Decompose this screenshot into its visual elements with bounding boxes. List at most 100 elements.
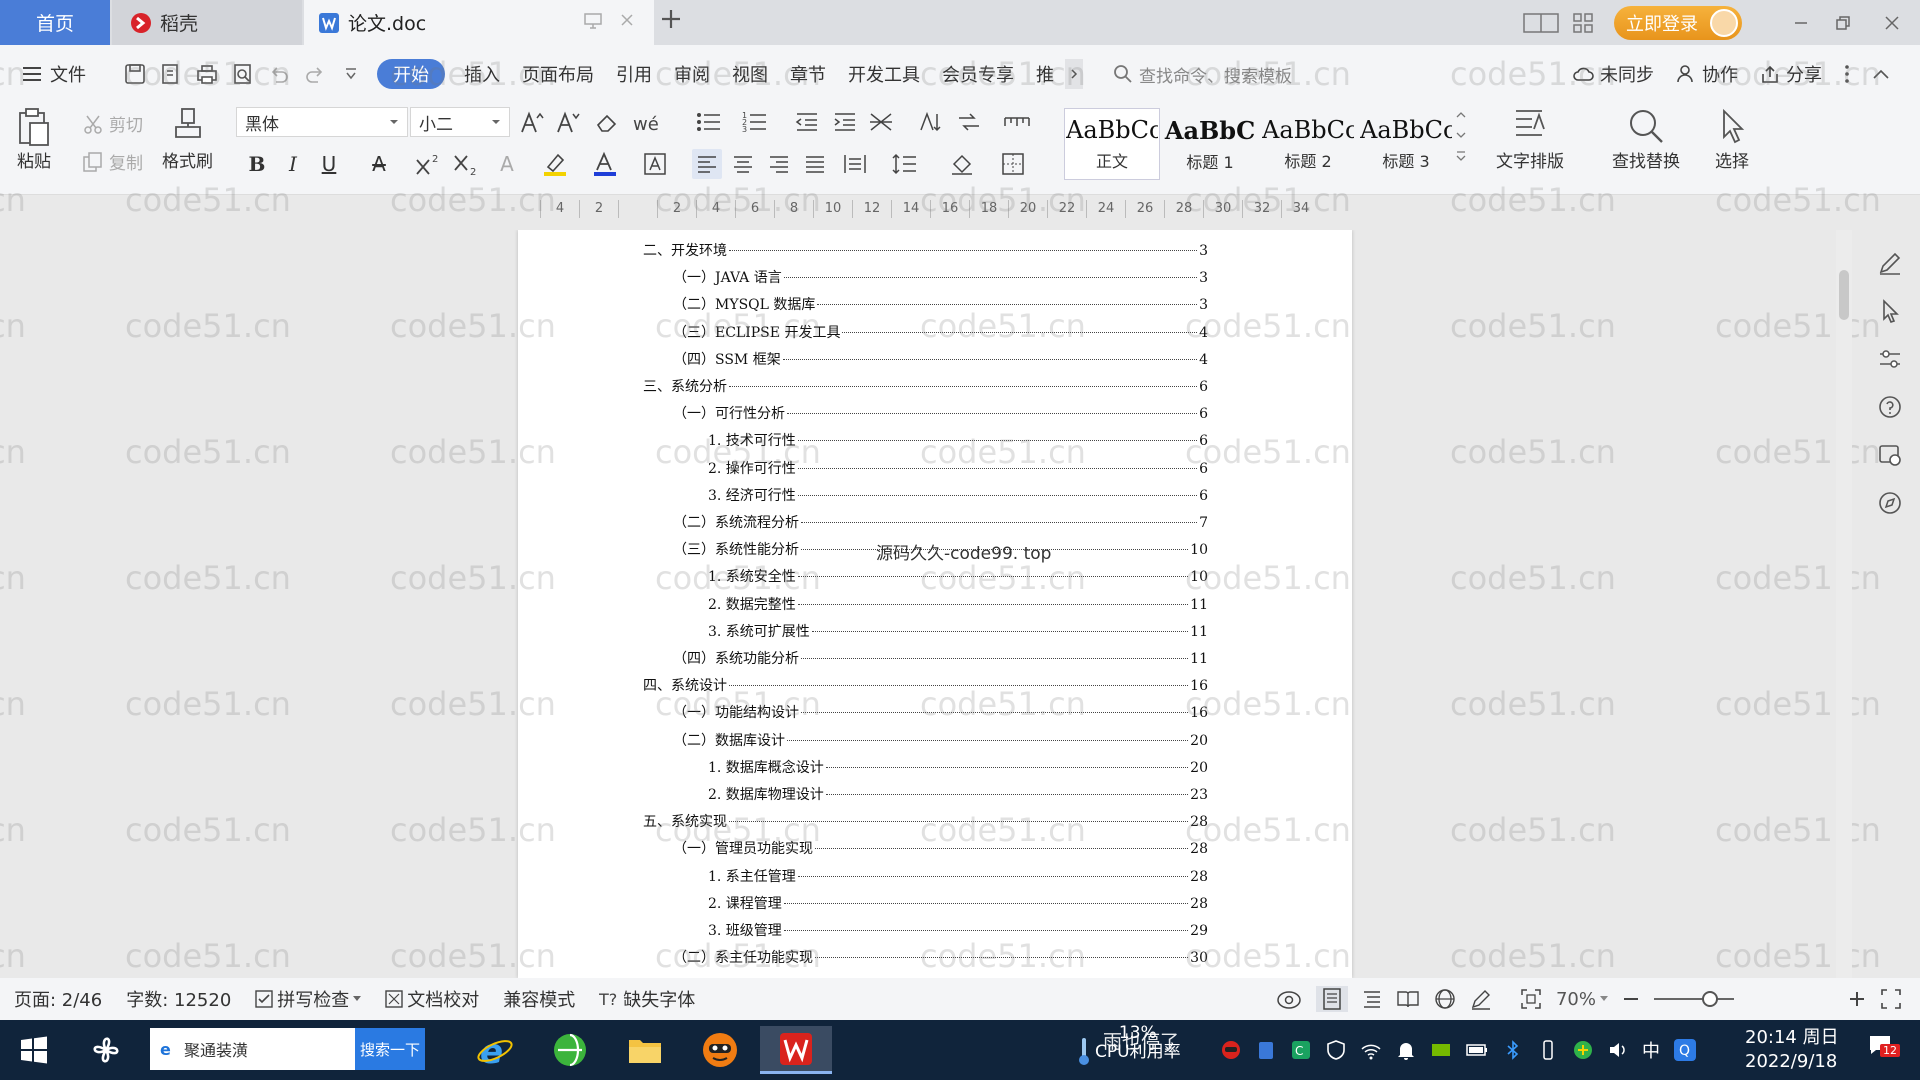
redo-icon[interactable] xyxy=(297,56,333,92)
fit-page-icon[interactable] xyxy=(1520,988,1542,1010)
tray-app-red-icon[interactable] xyxy=(1220,1039,1242,1061)
style-normal[interactable]: AaBbCcDd 正文 xyxy=(1064,108,1160,180)
file-menu[interactable]: 文件 xyxy=(0,59,97,89)
taskbar-search-input[interactable]: e 聚通装潢 xyxy=(150,1028,355,1070)
pointer-icon[interactable] xyxy=(1877,298,1903,324)
tab-stops-icon[interactable] xyxy=(1002,107,1032,137)
close-window-icon[interactable] xyxy=(1864,0,1920,45)
toc-entry[interactable]: 3. 班级管理 29 xyxy=(708,920,1208,942)
compat-mode[interactable]: 兼容模式 xyxy=(491,986,587,1012)
layout-icon[interactable] xyxy=(1520,0,1562,45)
font-size-select[interactable]: 小二 xyxy=(410,107,510,137)
subscript-icon[interactable]: 2 xyxy=(452,149,482,179)
bell-icon[interactable] xyxy=(1395,1039,1417,1061)
fullscreen-icon[interactable] xyxy=(1880,988,1902,1010)
share-button[interactable]: 分享 xyxy=(1760,61,1822,87)
strikethrough-icon[interactable]: A xyxy=(364,149,394,179)
decrease-indent-icon[interactable] xyxy=(792,107,822,137)
tab-start[interactable]: 开始 xyxy=(377,59,445,89)
scroll-thumb[interactable] xyxy=(1839,270,1849,320)
taskbar-clock[interactable]: 20:14 周日 2022/9/18 xyxy=(1745,1026,1839,1074)
ime-indicator[interactable]: 中 xyxy=(1642,1037,1660,1063)
bold-icon[interactable]: B xyxy=(242,149,272,179)
compass-icon[interactable] xyxy=(1877,490,1903,516)
toc-entry[interactable]: 3. 系统可扩展性 11 xyxy=(708,621,1208,643)
text-layout-button[interactable]: 文字排版 xyxy=(1496,107,1564,172)
toc-entry[interactable]: 2. 数据库物理设计 23 xyxy=(708,784,1208,806)
restore-icon[interactable] xyxy=(1822,0,1864,45)
tab-references[interactable]: 引用 xyxy=(605,59,663,89)
bullets-icon[interactable] xyxy=(694,107,724,137)
tab-view[interactable]: 视图 xyxy=(721,59,779,89)
windows-start-icon[interactable] xyxy=(20,1036,48,1064)
toc-entry[interactable]: （三）ECLIPSE 开发工具 4 xyxy=(673,322,1208,344)
tray-app-blue-icon[interactable] xyxy=(1255,1039,1277,1061)
print-icon[interactable] xyxy=(189,56,225,92)
tab-insert[interactable]: 插入 xyxy=(453,59,511,89)
proofread-button[interactable]: 文档校对 xyxy=(373,986,491,1012)
media-player-icon[interactable] xyxy=(695,1026,745,1074)
shading-icon[interactable] xyxy=(948,149,978,179)
page-view-icon[interactable] xyxy=(1315,986,1348,1012)
underline-icon[interactable]: U xyxy=(314,149,344,179)
sync-button[interactable]: 未同步 xyxy=(1572,61,1654,87)
eye-protection-icon[interactable] xyxy=(1276,988,1302,1010)
align-right-icon[interactable] xyxy=(764,149,794,179)
outline-view-icon[interactable] xyxy=(1362,989,1382,1009)
increase-indent-icon[interactable] xyxy=(830,107,860,137)
numbering-icon[interactable]: 123 xyxy=(740,107,770,137)
superscript-icon[interactable]: 2 xyxy=(414,149,444,179)
apps-grid-icon[interactable] xyxy=(1562,0,1604,45)
font-name-select[interactable]: 黑体 xyxy=(236,107,408,137)
battery-icon[interactable] xyxy=(1465,1039,1489,1061)
search-command-input[interactable]: 查找命令、搜索模板 xyxy=(1113,62,1292,87)
toc-entry[interactable]: 2. 操作可行性 6 xyxy=(708,458,1208,480)
pinwheel-app-icon[interactable] xyxy=(88,1032,124,1068)
toc-entry[interactable]: 三、系统分析 6 xyxy=(643,376,1208,398)
minimize-icon[interactable] xyxy=(1780,0,1822,45)
tab-page-layout[interactable]: 页面布局 xyxy=(511,59,605,89)
tab-close-icon[interactable] xyxy=(620,13,634,29)
toc-entry[interactable]: （一）管理员功能实现 28 xyxy=(673,838,1208,860)
zoom-slider-knob[interactable] xyxy=(1702,991,1718,1007)
tab-member[interactable]: 会员专享 xyxy=(931,59,1025,89)
toc-entry[interactable]: （二）系主任功能实现 30 xyxy=(673,947,1208,969)
word-count[interactable]: 字数: 12520 xyxy=(114,986,243,1012)
toc-entry[interactable]: 1. 技术可行性 6 xyxy=(708,430,1208,452)
volume-icon[interactable] xyxy=(1607,1039,1629,1061)
align-center-icon[interactable] xyxy=(728,149,758,179)
toc-entry[interactable]: 1. 系统安全性 10 xyxy=(708,566,1208,588)
notification-center-icon[interactable]: 12 xyxy=(1868,1034,1900,1062)
more-tabs-icon[interactable] xyxy=(1065,59,1083,89)
format-painter-button[interactable]: 格式刷 xyxy=(162,107,213,172)
vertical-scrollbar[interactable] xyxy=(1836,230,1852,978)
horizontal-ruler[interactable]: 4 2 2 4 6 8 10 12 14 16 18 20 22 24 26 28 30 32 34 xyxy=(540,200,1320,224)
wifi-icon[interactable] xyxy=(1360,1039,1382,1061)
char-border-icon[interactable] xyxy=(640,149,670,179)
zoom-out-icon[interactable] xyxy=(1622,990,1640,1008)
align-left-icon[interactable] xyxy=(692,149,722,179)
find-replace-button[interactable]: 查找替换 xyxy=(1612,107,1680,172)
toc-entry[interactable]: 四、系统设计 16 xyxy=(643,675,1208,697)
select-button[interactable]: 选择 xyxy=(1712,107,1752,172)
chevron-up-icon[interactable] xyxy=(1456,111,1466,119)
toc-entry[interactable]: 1. 系主任管理 28 xyxy=(708,866,1208,888)
toc-entry[interactable]: （四）系统功能分析 11 xyxy=(673,648,1208,670)
zoom-slider[interactable] xyxy=(1654,991,1734,1007)
justify-icon[interactable] xyxy=(800,149,830,179)
qq-icon[interactable]: Q xyxy=(1673,1038,1697,1062)
zoom-level[interactable]: 70% xyxy=(1556,989,1608,1010)
chevron-down-icon[interactable] xyxy=(1456,131,1466,139)
more-options-icon[interactable] xyxy=(1844,64,1850,84)
toc-entry[interactable]: （四）SSM 框架 4 xyxy=(673,349,1208,371)
phonetic-guide-icon[interactable]: wén xyxy=(630,107,660,137)
expand-styles-icon[interactable] xyxy=(1456,151,1466,161)
borders-icon[interactable] xyxy=(998,149,1028,179)
tray-app-green-icon[interactable]: C xyxy=(1290,1039,1312,1061)
tab-daoke[interactable]: 稻壳 xyxy=(112,0,302,45)
help-icon[interactable] xyxy=(1877,394,1903,420)
wps-writer-taskbar-icon[interactable] xyxy=(760,1026,832,1074)
write-mode-icon[interactable] xyxy=(1470,988,1492,1010)
tab-document[interactable]: 论文.doc xyxy=(304,0,654,45)
toc-entry[interactable]: （二）数据库设计 20 xyxy=(673,730,1208,752)
